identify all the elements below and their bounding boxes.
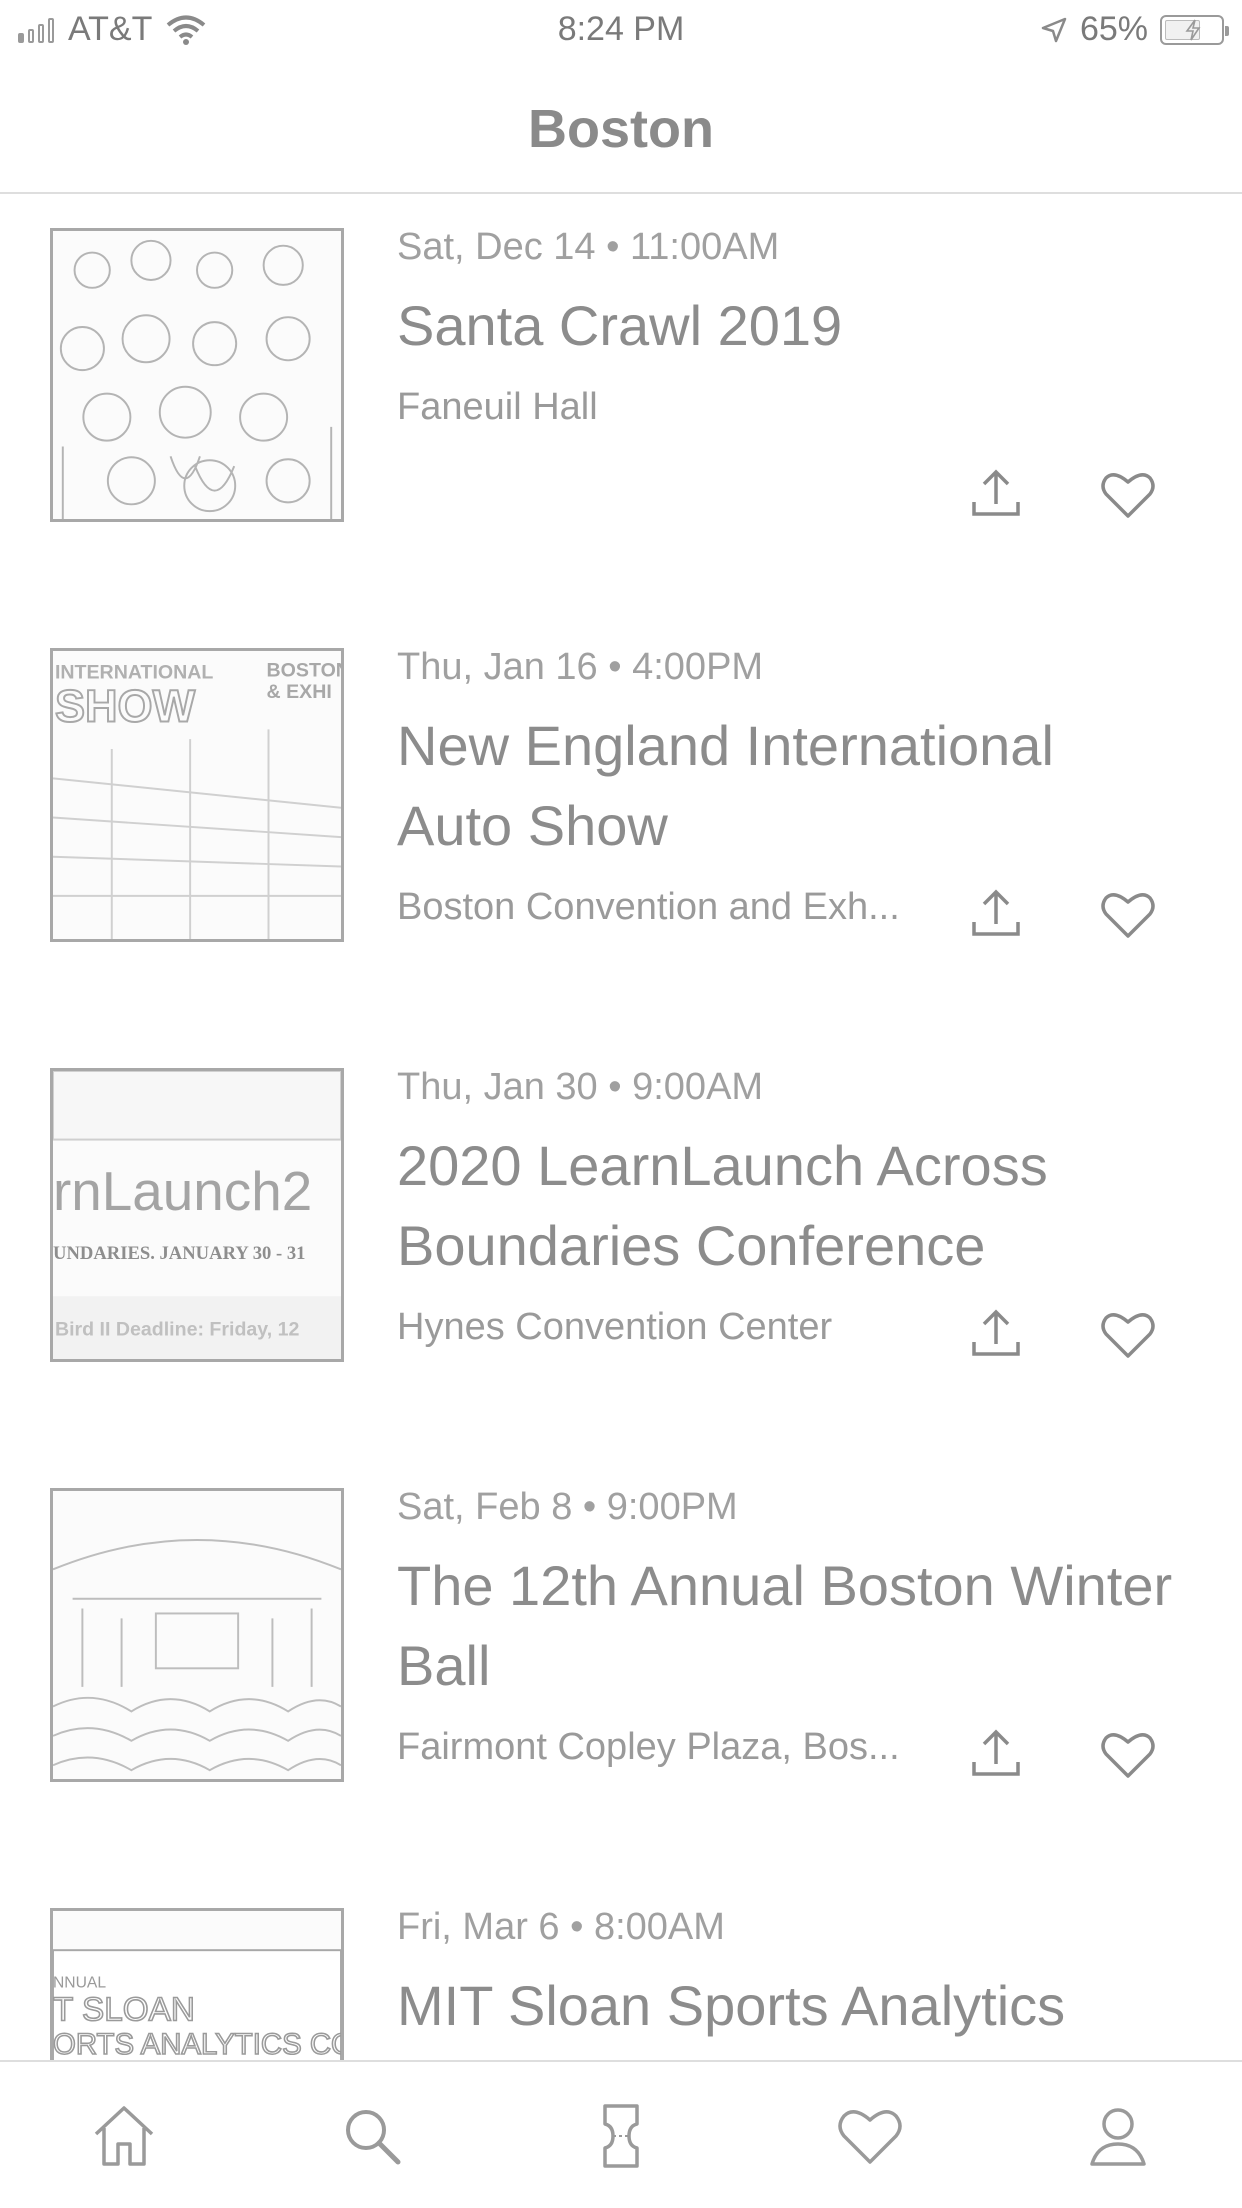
event-venue: Fairmont Copley Plaza, Bos... (397, 1726, 900, 1768)
share-button[interactable] (966, 884, 1026, 944)
share-button[interactable] (966, 1724, 1026, 1784)
event-date: Fri, Mar 6 • 8:00AM (397, 1906, 725, 1948)
event-date: Sat, Feb 8 • 9:00PM (397, 1486, 738, 1528)
heart-icon (1101, 1733, 1155, 1778)
event-card[interactable]: Sat, Dec 14 • 11:00AM Santa Crawl 2019 F… (0, 196, 1242, 616)
winter-ball-image (53, 1539, 341, 1772)
like-button[interactable] (1098, 1304, 1158, 1364)
event-title[interactable]: 2020 LearnLaunch Across Boundaries Confe… (397, 1126, 1177, 1286)
share-icon (972, 469, 1020, 516)
event-date: Thu, Jan 16 • 4:00PM (397, 646, 764, 688)
thumb-text: Bird II Deadline: Friday, 12 (55, 1318, 300, 1340)
event-title[interactable]: Santa Crawl 2019 (397, 286, 1177, 366)
profile-icon (1090, 2108, 1146, 2166)
event-card[interactable]: NNUAL T SLOAN ORTS ANALYTICS CON Fri, Ma… (0, 1876, 1242, 2060)
heart-icon (1101, 893, 1155, 938)
event-card[interactable]: rnLaunch2 UNDARIES. JANUARY 30 - 31 Bird… (0, 1036, 1242, 1456)
heart-icon (1101, 1313, 1155, 1358)
thumb-text: NNUAL (53, 1974, 106, 1991)
share-button[interactable] (966, 1304, 1026, 1364)
page-title: Boston (528, 99, 714, 159)
thumb-text: rnLaunch2 (53, 1160, 312, 1222)
event-date: Sat, Dec 14 • 11:00AM (397, 226, 780, 268)
tab-home[interactable] (88, 2100, 160, 2172)
thumb-text: UNDARIES. JANUARY 30 - 31 (53, 1243, 305, 1264)
event-venue: Hynes Convention Center (397, 1306, 833, 1348)
event-thumbnail[interactable] (50, 228, 344, 522)
tab-profile[interactable] (1082, 2100, 1154, 2172)
event-title[interactable]: MIT Sloan Sports Analytics (397, 1966, 1177, 2046)
event-card[interactable]: Sat, Feb 8 • 9:00PM The 12th Annual Bost… (0, 1456, 1242, 1876)
event-venue: Faneuil Hall (397, 386, 598, 428)
tab-tickets[interactable] (585, 2100, 657, 2172)
auto-show-image: INTERNATIONAL SHOW BOSTON & EXHI (53, 659, 341, 939)
thumb-text: SHOW (55, 681, 196, 732)
battery-icon (1160, 14, 1229, 45)
ticket-icon (603, 2104, 639, 2168)
event-thumbnail[interactable]: INTERNATIONAL SHOW BOSTON & EXHI (50, 648, 344, 942)
event-thumbnail[interactable]: NNUAL T SLOAN ORTS ANALYTICS CON (50, 1908, 344, 2060)
event-thumbnail[interactable]: rnLaunch2 UNDARIES. JANUARY 30 - 31 Bird… (50, 1068, 344, 1362)
like-button[interactable] (1098, 464, 1158, 524)
sloan-image: NNUAL T SLOAN ORTS ANALYTICS CON (53, 1949, 341, 2060)
share-icon (972, 1309, 1020, 1356)
tab-likes[interactable] (834, 2100, 906, 2172)
bottom-tab-bar (0, 2060, 1242, 2208)
thumb-text: BOSTON (267, 659, 341, 681)
share-button[interactable] (966, 464, 1026, 524)
heart-icon (838, 2110, 902, 2164)
event-list[interactable]: Sat, Dec 14 • 11:00AM Santa Crawl 2019 F… (0, 196, 1242, 2060)
location-arrow-icon (1041, 17, 1067, 42)
status-right: 65% (1040, 10, 1229, 49)
nav-header: Boston (0, 58, 1242, 194)
status-bar: AT&T 8:24 PM 65% (0, 0, 1242, 58)
event-title[interactable]: The 12th Annual Boston Winter Ball (397, 1546, 1177, 1706)
event-card[interactable]: INTERNATIONAL SHOW BOSTON & EXHI Thu, Ja… (0, 616, 1242, 1036)
like-button[interactable] (1098, 1724, 1158, 1784)
share-icon (972, 889, 1020, 936)
event-title[interactable]: New England International Auto Show (397, 706, 1177, 866)
thumb-text: ORTS ANALYTICS CON (53, 2028, 341, 2060)
search-icon (346, 2110, 401, 2165)
event-thumbnail[interactable] (50, 1488, 344, 1782)
event-venue: Boston Convention and Exh... (397, 886, 900, 928)
battery-percent: 65% (1079, 10, 1148, 48)
tab-search[interactable] (336, 2100, 408, 2172)
santa-crowd-image (59, 239, 333, 519)
thumb-text: & EXHI (267, 681, 332, 703)
learnlaunch-image: rnLaunch2 UNDARIES. JANUARY 30 - 31 Bird… (53, 1071, 341, 1359)
thumb-text: T SLOAN (53, 1992, 195, 2029)
event-date: Thu, Jan 30 • 9:00AM (397, 1066, 764, 1108)
charging-bolt-icon (1185, 19, 1201, 40)
heart-icon (1101, 473, 1155, 518)
share-icon (972, 1729, 1020, 1776)
home-icon (94, 2106, 154, 2166)
like-button[interactable] (1098, 884, 1158, 944)
